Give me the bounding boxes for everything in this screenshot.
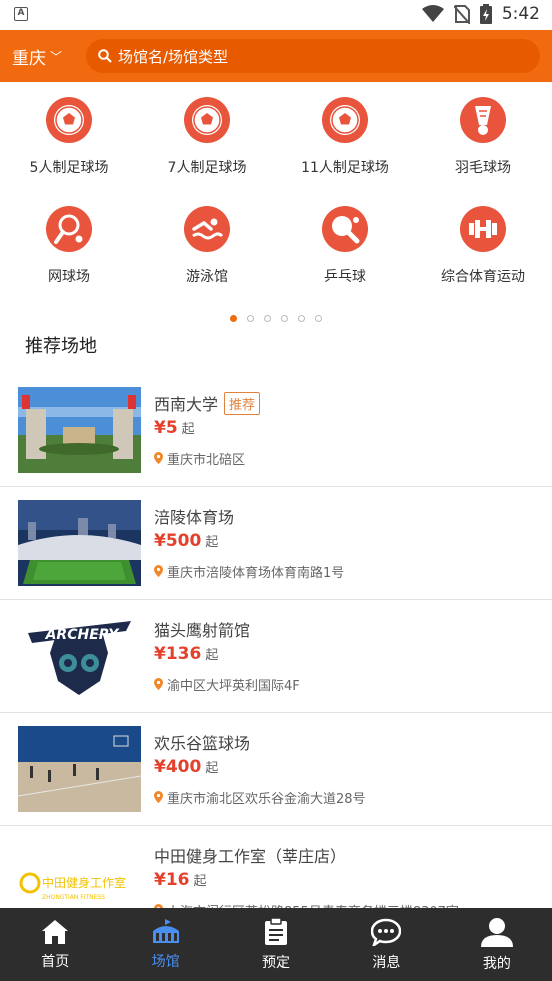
clock: 5:42 [501,4,540,24]
venue-card[interactable]: 涪陵体育场 ¥500 起 重庆市涪陵体育场体育南路1号 [0,487,552,600]
page-dot [298,314,305,322]
venue-card[interactable]: 欢乐谷篮球场 ¥400 起 重庆市渝北区欢乐谷金渝大道28号 [0,713,552,826]
tab-label: 消息 [372,954,401,971]
chevron-down-icon: ﹀ [50,49,63,64]
location-pin-icon [154,452,163,464]
price-unit: 起 [205,535,219,550]
category-label: 5人制足球场 [29,160,109,176]
venue-price: ¥5 [154,418,178,438]
venue-price: ¥400 [154,757,202,777]
wifi-icon [421,5,444,22]
soccer-ball-icon [322,97,368,143]
recommend-badge: 推荐 [224,391,261,415]
category-swimming[interactable]: 游泳馆 [138,206,276,315]
category-tennis[interactable]: 网球场 [0,206,138,315]
search-icon [98,49,112,63]
tab-label: 场馆 [151,953,180,970]
tab-label: 我的 [482,955,511,972]
category-label: 乒乓球 [324,269,366,285]
city-selector[interactable]: 重庆 ﹀ [12,44,86,69]
clipboard-icon [265,917,288,945]
venue-photo [18,500,141,586]
venue-price: ¥16 [154,870,190,890]
venue-name: 中田健身工作室（莘庄店） [154,847,347,866]
search-bar[interactable]: 场馆名/场馆类型 [86,39,540,73]
battery-icon [479,4,492,24]
category-label: 综合体育运动 [441,269,525,285]
category-5-a-side-soccer[interactable]: 5人制足球场 [0,97,138,206]
bottom-tab-bar: 首页 场馆 预定 消息 我的 [0,908,552,981]
swimmer-icon [184,206,230,252]
venue-photo [18,387,141,473]
tab-venues[interactable]: 场馆 [110,908,220,981]
tennis-icon [46,206,92,252]
shuttlecock-icon [460,97,506,143]
soccer-ball-icon [46,97,92,143]
venue-address: 重庆市涪陵体育场体育南路1号 [167,565,345,581]
tab-messages[interactable]: 消息 [331,908,441,981]
location-pin-icon [154,565,163,577]
category-general-sports[interactable]: 综合体育运动 [414,206,552,315]
soccer-ball-icon [184,97,230,143]
category-ping-pong[interactable]: 乒乓球 [276,206,414,315]
page-dot [264,314,271,322]
category-label: 羽毛球场 [455,160,511,176]
ping-pong-icon [322,206,368,252]
venue-address: 重庆市北碚区 [167,452,246,468]
category-label: 11人制足球场 [301,160,389,176]
location-pin-icon [154,678,163,690]
price-unit: 起 [181,422,195,437]
status-bar: A 5:42 [0,0,552,30]
venue-price: ¥136 [154,644,202,664]
venue-photo [18,726,141,812]
venue-name: 猫头鹰射箭馆 [154,621,251,640]
app-notification-icon: A [14,7,28,21]
category-label: 7人制足球场 [167,160,247,176]
user-icon [480,917,513,947]
category-label: 游泳馆 [186,269,228,285]
venue-name: 西南大学 [154,395,219,414]
venue-address: 重庆市渝北区欢乐谷金渝大道28号 [167,791,366,807]
logo-text: 中田健身工作室 [42,875,126,890]
stadium-icon [152,918,179,943]
page-dot [315,314,322,322]
venue-name: 欢乐谷篮球场 [154,734,251,753]
category-badminton[interactable]: 羽毛球场 [414,97,552,206]
venue-price: ¥500 [154,531,202,551]
logo-text: ARCHERY [45,627,121,643]
venue-card[interactable]: 西南大学 推荐 ¥5 起 重庆市北碚区 [0,374,552,487]
category-7-a-side-soccer[interactable]: 7人制足球场 [138,97,276,206]
category-label: 网球场 [48,269,90,285]
price-unit: 起 [205,761,219,776]
venue-name: 涪陵体育场 [154,508,235,527]
page-dot [281,314,288,322]
venue-logo: ARCHERY [18,613,141,699]
category-11-a-side-soccer[interactable]: 11人制足球场 [276,97,414,206]
venue-address: 渝中区大坪英利国际4F [167,678,300,694]
top-bar: 重庆 ﹀ 场馆名/场馆类型 [0,30,552,82]
location-pin-icon [154,791,163,803]
city-label: 重庆 [12,48,46,69]
tab-label: 首页 [41,953,70,970]
page-dot [230,314,237,322]
logo-subtext: ZHONGTIAN FITNESS [42,894,105,901]
tab-booking[interactable]: 预定 [221,908,331,981]
search-input[interactable]: 场馆名/场馆类型 [118,46,228,67]
tab-profile[interactable]: 我的 [442,908,552,981]
no-sim-icon [453,5,470,24]
dumbbell-icon [460,206,506,252]
venue-card[interactable]: ARCHERY 猫头鹰射箭馆 ¥136 起 渝中区大坪英利国际4F [0,600,552,713]
price-unit: 起 [205,648,219,663]
section-title: 推荐场地 [25,336,97,357]
price-unit: 起 [193,874,207,889]
venue-list: 西南大学 推荐 ¥5 起 重庆市北碚区 涪陵体育场 ¥500 起 重庆市涪陵体育… [0,374,552,939]
tab-label: 预定 [262,954,291,971]
tab-home[interactable]: 首页 [0,908,110,981]
chat-icon [371,918,402,946]
home-icon [42,919,69,944]
category-grid: 5人制足球场 7人制足球场 11人制足球场 羽毛球场 网球场 游泳馆 乒乓球 综… [0,82,552,315]
page-dot [247,314,254,322]
